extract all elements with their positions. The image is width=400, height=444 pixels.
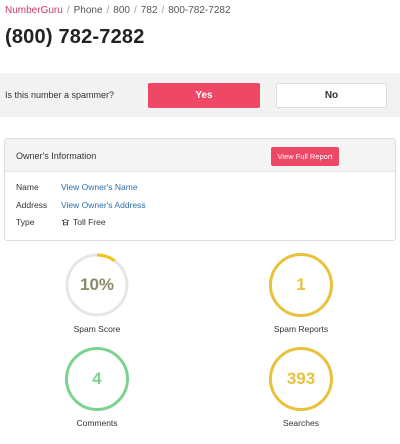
view-full-report-button[interactable]: View Full Report bbox=[271, 147, 339, 166]
breadcrumb-area-code-link[interactable]: 800 bbox=[113, 5, 130, 16]
owner-info-card: Owner's Information View Full Report Nam… bbox=[4, 138, 396, 241]
owner-address-label: Address bbox=[16, 200, 48, 210]
phone-icon bbox=[61, 219, 70, 226]
breadcrumb-home-link[interactable]: NumberGuru bbox=[5, 5, 63, 16]
spam-question-text: Is this number a spammer? bbox=[5, 90, 115, 100]
breadcrumb-separator: / bbox=[161, 5, 165, 16]
breadcrumb-phone-link[interactable]: Phone bbox=[74, 5, 103, 16]
breadcrumb-separator: / bbox=[66, 5, 70, 16]
spam-reports-value: 1 bbox=[296, 275, 306, 294]
spam-question-bar: Is this number a spammer? Yes No bbox=[0, 73, 400, 117]
owner-type-value: Toll Free bbox=[61, 217, 106, 227]
spam-score-value: 10% bbox=[79, 275, 115, 294]
spam-reports-label: Spam Reports bbox=[273, 324, 329, 334]
owner-type-label: Type bbox=[16, 217, 35, 227]
spammer-no-button[interactable]: No bbox=[276, 83, 387, 108]
spammer-yes-button[interactable]: Yes bbox=[148, 83, 260, 108]
owner-info-title: Owner's Information bbox=[16, 151, 97, 161]
breadcrumb: NumberGuru / Phone/800/782/800-782-7282 bbox=[5, 5, 231, 16]
searches-label: Searches bbox=[283, 418, 319, 428]
owner-type-row: Type Toll Free bbox=[16, 217, 106, 227]
breadcrumb-separator: / bbox=[106, 5, 110, 16]
comments-value: 4 bbox=[92, 369, 102, 388]
searches-value: 393 bbox=[286, 369, 316, 388]
owner-info-header: Owner's Information View Full Report bbox=[5, 139, 395, 172]
page-title: (800) 782-7282 bbox=[5, 26, 145, 48]
breadcrumb-current: 800-782-7282 bbox=[168, 5, 231, 16]
owner-name-link[interactable]: View Owner's Name bbox=[61, 182, 138, 192]
spam-score-label: Spam Score bbox=[73, 324, 121, 334]
owner-type-text: Toll Free bbox=[73, 217, 106, 227]
owner-address-link[interactable]: View Owner's Address bbox=[61, 200, 146, 210]
comments-label: Comments bbox=[76, 418, 118, 428]
owner-name-label: Name bbox=[16, 182, 39, 192]
owner-name-row: Name View Owner's Name bbox=[16, 182, 138, 192]
owner-address-row: Address View Owner's Address bbox=[16, 200, 146, 210]
breadcrumb-separator: / bbox=[133, 5, 137, 16]
breadcrumb-prefix-link[interactable]: 782 bbox=[141, 5, 158, 16]
